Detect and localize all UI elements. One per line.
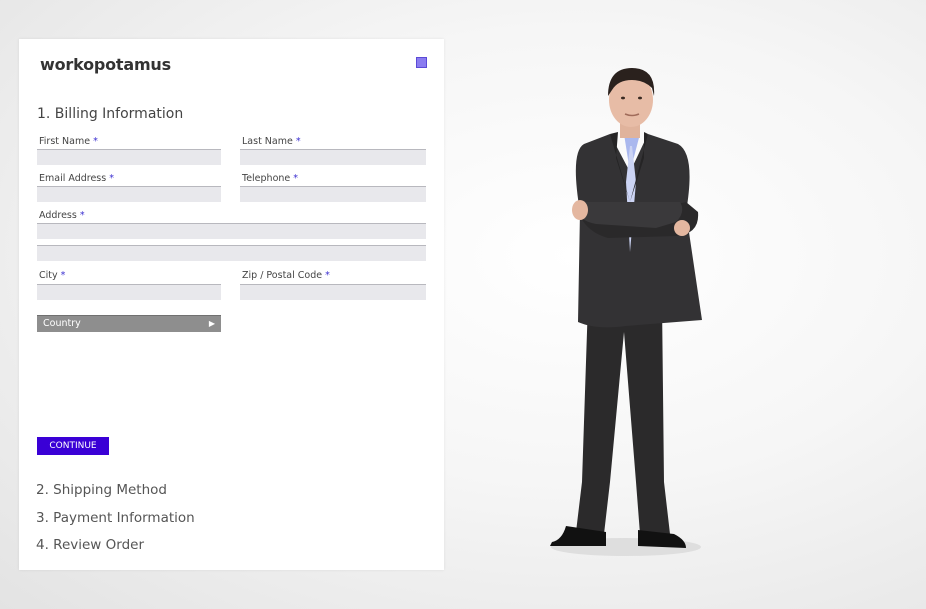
email-label: Email Address *: [39, 173, 114, 184]
telephone-label: Telephone *: [242, 173, 299, 184]
telephone-field[interactable]: [240, 186, 426, 202]
step-title-billing: 1. Billing Information: [37, 106, 184, 122]
zip-label: Zip / Postal Code *: [242, 270, 330, 281]
city-field[interactable]: [37, 284, 221, 300]
step-payment-information[interactable]: 3. Payment Information: [36, 510, 195, 526]
square-icon[interactable]: [416, 57, 427, 68]
brand-logo: workopotamus: [40, 55, 171, 74]
country-select-label: Country: [43, 318, 81, 329]
address-label: Address *: [39, 210, 85, 221]
first-name-field[interactable]: [37, 149, 221, 165]
country-select[interactable]: Country ▶: [37, 315, 221, 332]
step-shipping-method[interactable]: 2. Shipping Method: [36, 482, 167, 498]
zip-field[interactable]: [240, 284, 426, 300]
email-field[interactable]: [37, 186, 221, 202]
address-line-1-field[interactable]: [37, 223, 426, 239]
last-name-field[interactable]: [240, 149, 426, 165]
checkout-panel: workopotamus 1. Billing Information Firs…: [19, 39, 444, 570]
step-review-order[interactable]: 4. Review Order: [36, 537, 144, 553]
last-name-label: Last Name *: [242, 136, 301, 147]
first-name-label: First Name *: [39, 136, 98, 147]
continue-button[interactable]: CONTINUE: [37, 437, 109, 455]
businessman-image: [550, 68, 702, 556]
address-line-2-field[interactable]: [37, 245, 426, 261]
chevron-right-icon: ▶: [208, 319, 215, 328]
city-label: City *: [39, 270, 66, 281]
